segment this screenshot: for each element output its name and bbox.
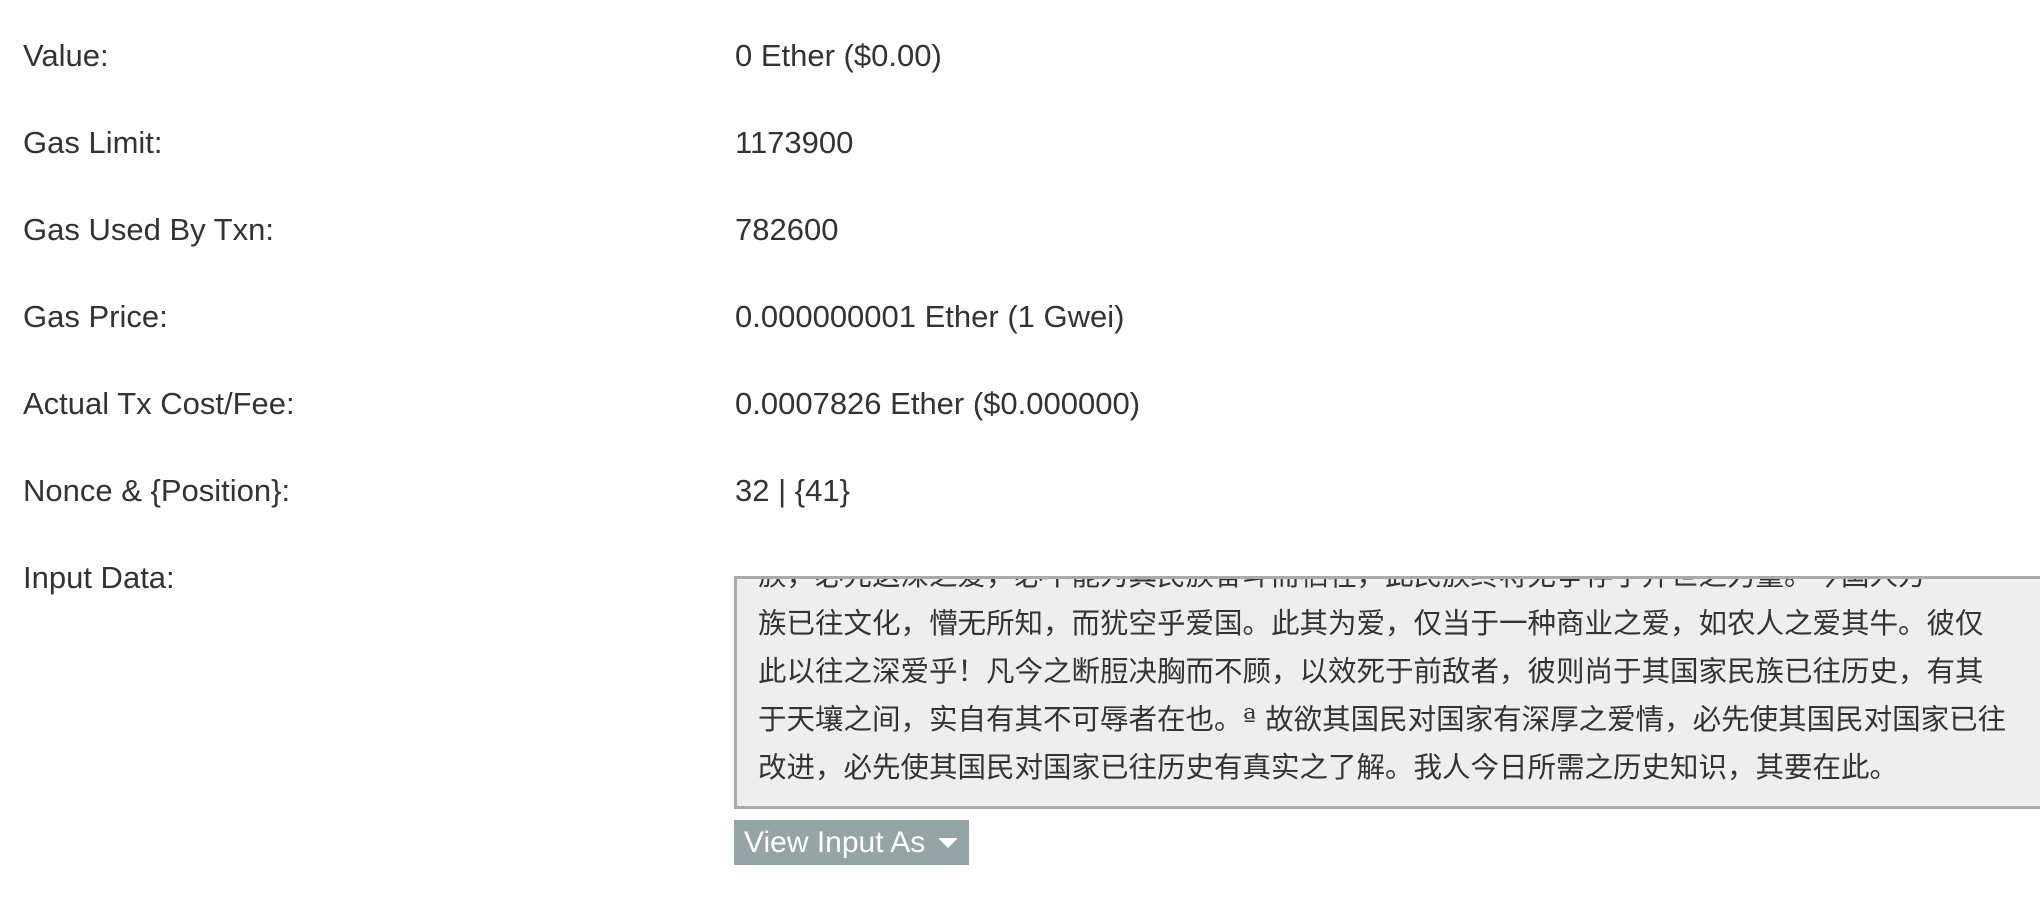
gas-used-value: 782600 [735,212,839,247]
detail-row-gas-limit: Gas Limit: 1173900 [0,123,2040,210]
detail-row-gas-used: Gas Used By Txn: 782600 [0,210,2040,297]
input-data-line: 此以往之深爱乎！凡今之断脰决胸而不顾，以效死于前敌者，彼则尚于其国家民族已往历史… [758,655,1984,688]
input-data-line: 改进，必先使其国民对国家已往历史有真实之了解。我人今日所需之历史知识，其要在此。 [758,751,1899,784]
view-input-as-label: View Input As [744,826,926,859]
gas-limit-label: Gas Limit: [23,125,163,160]
nonce-label: Nonce & {Position}: [23,473,291,508]
input-data-line: 族已往文化，懵无所知，而犹空乎爱国。此其为爱，仅当于一种商业之爱，如农人之爱其牛… [758,607,1984,640]
input-data-line: 于天壤之间，实自有其不可辱者在也。ª 故欲其国民对国家有深厚之爱情，必先使其国民… [758,703,2007,736]
nonce-value: 32 | {41} [735,473,850,508]
detail-row-value: Value: 0 Ether ($0.00) [0,36,2040,123]
value-label: Value: [23,38,109,73]
input-data-line: 族，必先这深之爱，必不能为其民族奋斗而牺牲，此民族终将无争存于并世之力量。今国人… [758,579,2040,600]
detail-row-nonce: Nonce & {Position}: 32 | {41} [0,471,2040,558]
gas-used-label: Gas Used By Txn: [23,212,274,247]
gas-price-label: Gas Price: [23,299,168,334]
tx-fee-value: 0.0007826 Ether ($0.000000) [735,386,1141,421]
input-data-textarea[interactable]: 族，必先这深之爱，必不能为其民族奋斗而牺牲，此民族终将无争存于并世之力量。今国人… [734,576,2040,809]
detail-row-gas-price: Gas Price: 0.000000001 Ether (1 Gwei) [0,297,2040,384]
view-input-as-button[interactable]: View Input As [734,820,969,865]
caret-down-icon [938,838,958,848]
gas-limit-value: 1173900 [735,125,854,160]
tx-fee-label: Actual Tx Cost/Fee: [23,386,295,421]
detail-row-tx-fee: Actual Tx Cost/Fee: 0.0007826 Ether ($0.… [0,384,2040,471]
input-data-label: Input Data: [23,560,175,595]
input-data-text: 族，必先这深之爱，必不能为其民族奋斗而牺牲，此民族终将无争存于并世之力量。今国人… [758,579,2040,792]
gas-price-value: 0.000000001 Ether (1 Gwei) [735,299,1125,334]
value-amount: 0 Ether ($0.00) [735,38,942,73]
